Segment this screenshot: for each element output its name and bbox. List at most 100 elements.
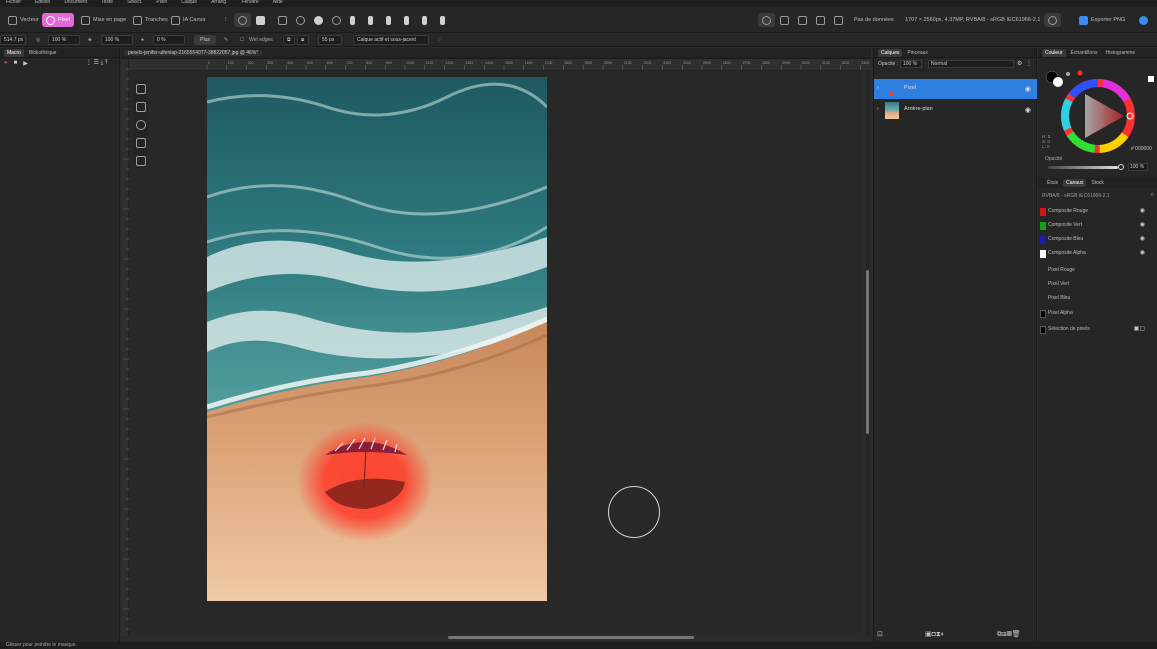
menu-select[interactable]: Sélect. <box>127 0 142 7</box>
brush-size-field[interactable]: 55 px <box>318 35 342 45</box>
filter-icon[interactable] <box>310 13 327 27</box>
blend-mode-select[interactable]: Normal <box>928 60 1014 68</box>
wet-edges-checkbox[interactable]: ☐ <box>240 35 244 45</box>
layer-add-delete-icons[interactable]: ⧉⊞▦🗑 <box>997 630 1021 639</box>
channel-row[interactable]: Composite Alpha ◉ <box>1038 247 1157 261</box>
slices-persona-button[interactable]: Tranches <box>129 13 172 27</box>
align-bottom-icon[interactable] <box>436 13 449 27</box>
grid-icon[interactable] <box>252 13 269 27</box>
channel-eye-icon[interactable]: ◉ <box>1140 235 1145 242</box>
pixel-persona-button[interactable]: Pixel <box>42 13 74 27</box>
channel-row[interactable]: Composite Vert ◉ <box>1038 219 1157 233</box>
play-icon[interactable]: ▶ <box>23 60 28 67</box>
pixel-channel-row[interactable]: Pixel Alpha <box>1038 307 1157 321</box>
export-settings-icon[interactable] <box>1044 13 1061 27</box>
layer-fx-icon[interactable]: ⊡ <box>877 630 883 638</box>
layer-row-pixel[interactable]: › Pixel ◉ <box>874 79 1037 99</box>
align-right-icon[interactable] <box>382 13 395 27</box>
menu-window[interactable]: Fenêtre <box>241 0 258 7</box>
more-menu-icon[interactable]: ⋮ <box>219 13 233 27</box>
symmetry-icon[interactable]: ⧉ <box>283 35 295 45</box>
layout-persona-button[interactable]: Mise en page <box>77 13 130 27</box>
image-icon[interactable] <box>274 13 291 27</box>
brush-tool-icon[interactable] <box>136 84 146 94</box>
view-mirror-icon[interactable] <box>794 13 811 27</box>
adjust-icon[interactable] <box>292 13 309 27</box>
tab-color[interactable]: Couleur <box>1042 48 1066 57</box>
tab-library[interactable]: Bibliothèque <box>26 49 60 57</box>
pixel-channel-row[interactable]: Pixel Vert <box>1038 278 1157 292</box>
lock-icon[interactable]: ⚙ <box>1017 60 1022 67</box>
selection-channel-row[interactable]: Sélection de pixels ▣▢ <box>1038 323 1157 337</box>
tab-styles[interactable]: Étuis <box>1044 179 1061 187</box>
pixel-channel-row[interactable]: Pixel Rouge <box>1038 264 1157 278</box>
channel-row[interactable]: Composite Rouge ◉ <box>1038 205 1157 219</box>
ai-canva-button[interactable]: IA Canva <box>167 13 209 27</box>
menu-file[interactable]: Fichier <box>6 0 21 7</box>
mirror-icon[interactable]: ⧈ <box>297 35 309 45</box>
clone-tool-icon[interactable] <box>136 138 146 148</box>
align-center-icon[interactable] <box>364 13 377 27</box>
menu-layer[interactable]: Calque <box>181 0 197 7</box>
tab-stock[interactable]: Stock <box>1088 179 1107 187</box>
menu-help[interactable]: Aide <box>273 0 283 7</box>
macro-options-icon[interactable]: ⋮ ☰ ⤓ ⤒ <box>86 59 108 67</box>
view-split-icon[interactable] <box>776 13 793 27</box>
selection-tool-icon[interactable] <box>136 120 146 130</box>
brush-width-field[interactable]: 514,7 px <box>0 35 26 45</box>
expand-icon[interactable]: › <box>877 106 879 112</box>
hex-value[interactable]: # 000000 <box>1131 146 1152 152</box>
flow-field[interactable]: 100 % <box>101 35 133 45</box>
expand-icon[interactable]: › <box>877 85 879 91</box>
record-icon[interactable]: ● <box>4 60 8 66</box>
visibility-eye-icon[interactable]: ◉ <box>1025 85 1031 93</box>
pixel-channel-row[interactable]: Pixel Bleu <box>1038 292 1157 306</box>
selection-actions-icon[interactable]: ▣▢ <box>1134 325 1145 332</box>
channel-row[interactable]: Composite Bleu ◉ <box>1038 233 1157 247</box>
more-button[interactable]: Plus <box>194 35 216 45</box>
channel-eye-icon[interactable]: ◉ <box>1140 249 1145 256</box>
align-top-icon[interactable] <box>400 13 413 27</box>
layer-opacity-field[interactable]: 100 % <box>900 60 922 68</box>
layer-options-icon[interactable]: ⋮ <box>1026 60 1032 67</box>
visibility-eye-icon[interactable]: ◉ <box>1025 106 1031 114</box>
channels-options-icon[interactable]: ○ <box>1150 192 1154 198</box>
refresh-icon[interactable]: ◌ <box>438 35 441 45</box>
tab-histogram[interactable]: Histogramme <box>1102 49 1138 57</box>
layer-row-background[interactable]: › Arrière-plan ◉ <box>874 100 1037 120</box>
source-select[interactable]: Calque actif et sous-jacent <box>353 35 429 45</box>
menu-document[interactable]: Document <box>64 0 87 7</box>
horizontal-scrollbar-thumb[interactable] <box>448 636 694 639</box>
help-icon[interactable] <box>1135 13 1152 27</box>
opacity-slider[interactable] <box>1048 166 1118 169</box>
menu-edit[interactable]: Édition <box>35 0 50 7</box>
vector-persona-button[interactable]: Vecteur <box>4 13 43 27</box>
tab-layers[interactable]: Calques <box>878 48 903 57</box>
color-wheel[interactable] <box>1038 60 1157 170</box>
vertical-scrollbar-thumb[interactable] <box>866 270 869 434</box>
tab-brushes[interactable]: Pinceaux <box>904 49 931 57</box>
view-mode-icon[interactable] <box>758 13 775 27</box>
tab-channels[interactable]: Canaux <box>1063 179 1087 187</box>
menu-pixel[interactable]: Pixel <box>156 0 167 7</box>
color-opacity-field[interactable]: 100 % <box>1128 163 1148 171</box>
opacity-slider-knob[interactable] <box>1118 164 1124 170</box>
view-compare-icon[interactable] <box>812 13 829 27</box>
snapshot-icon[interactable] <box>830 13 847 27</box>
sync-icon[interactable] <box>234 13 251 27</box>
document-image[interactable] <box>207 77 547 601</box>
document-tab[interactable]: pexels-jenifer-ulfenlap-2165554077-38822… <box>124 50 263 56</box>
export-png-button[interactable]: Exporter PNG <box>1075 13 1129 27</box>
opacity-field[interactable]: 100 % <box>48 35 80 45</box>
layer-adjust-icons[interactable]: ▣◘⧗◐ <box>925 630 945 639</box>
channel-eye-icon[interactable]: ◉ <box>1140 207 1145 214</box>
align-left-icon[interactable] <box>346 13 359 27</box>
hardness-field[interactable]: 0 % <box>153 35 185 45</box>
tab-macro[interactable]: Macro <box>4 48 24 57</box>
mask-icon[interactable] <box>328 13 345 27</box>
tab-swatches[interactable]: Échantillons <box>1068 49 1101 57</box>
menu-text[interactable]: Texte <box>101 0 113 7</box>
fill-tool-icon[interactable] <box>136 156 146 166</box>
channel-eye-icon[interactable]: ◉ <box>1140 221 1145 228</box>
align-middle-icon[interactable] <box>418 13 431 27</box>
